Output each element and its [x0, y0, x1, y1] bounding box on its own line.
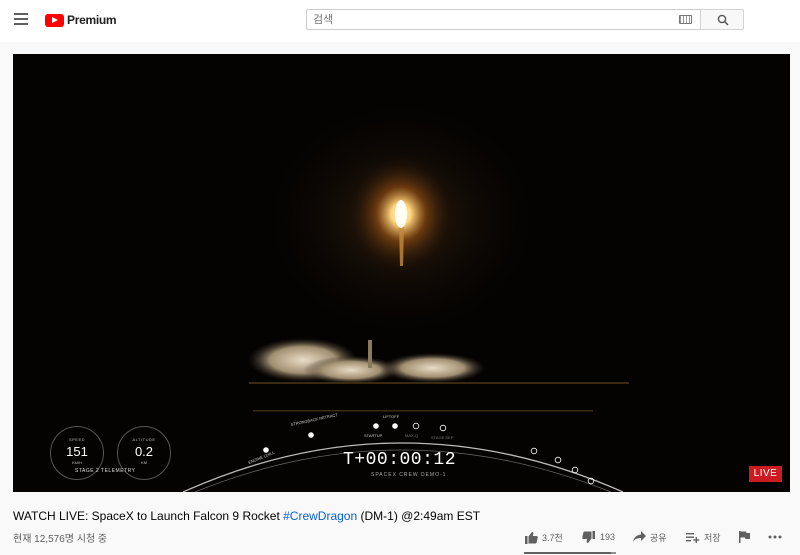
speed-unit: KM/H: [72, 460, 82, 465]
video-title: WATCH LIVE: SpaceX to Launch Falcon 9 Ro…: [13, 509, 480, 523]
share-label: 공유: [650, 532, 667, 543]
altitude-value: 0.2: [134, 444, 154, 459]
menu-icon[interactable]: [14, 13, 28, 25]
masthead: Premium: [0, 0, 800, 42]
telemetry-label: STAGE 2 TELEMETRY: [75, 468, 136, 474]
timeline-stage-sep: STAGE SEP: [431, 435, 454, 440]
flag-icon: [739, 531, 750, 543]
search-button[interactable]: [700, 9, 744, 30]
keyboard-icon[interactable]: [679, 15, 692, 24]
sentiment-bar-fill: [524, 552, 612, 554]
save-label: 저장: [704, 532, 721, 543]
timeline-maxq: MAX-Q: [405, 433, 418, 438]
title-text-pre: WATCH LIVE: SpaceX to Launch Falcon 9 Ro…: [13, 509, 284, 523]
more-actions-button[interactable]: [768, 527, 786, 547]
report-button[interactable]: [739, 527, 754, 547]
share-button[interactable]: 공유: [633, 527, 667, 547]
altitude-label: ALTITUDE: [132, 437, 156, 442]
live-badge[interactable]: LIVE: [749, 466, 782, 482]
share-icon: [633, 531, 646, 542]
timeline-liftoff: LIFTOFF: [383, 414, 400, 419]
logo-text: Premium: [67, 13, 117, 27]
countdown-clock: T+00:00:12: [343, 450, 457, 470]
action-bar: 3.7천 193 공유 저장: [0, 527, 800, 547]
save-button[interactable]: 저장: [686, 527, 721, 547]
speed-label: SPEED: [68, 437, 86, 442]
search-icon: [717, 14, 729, 26]
youtube-logo-icon: [45, 13, 64, 27]
title-text-post: (DM-1) @2:49am EST: [357, 509, 481, 523]
dislike-count: 193: [600, 532, 616, 542]
timeline-startup: STARTUP: [364, 433, 383, 438]
search-box: [306, 9, 700, 30]
more-icon: [768, 535, 782, 539]
speed-value: 151: [66, 444, 88, 459]
sentiment-bar: [524, 552, 616, 554]
launch-scene: ENGINE CHILL STRONGBACK RETRACT STARTUP …: [182, 99, 629, 492]
thumbs-up-icon: [525, 531, 538, 544]
mission-name: SPACEX CREW DEMO-1: [371, 472, 447, 478]
dislike-button[interactable]: 193: [582, 527, 615, 547]
youtube-logo[interactable]: Premium: [45, 12, 117, 28]
search-input[interactable]: [313, 12, 673, 28]
video-player[interactable]: ENGINE CHILL STRONGBACK RETRACT STARTUP …: [13, 54, 790, 492]
altitude-unit: KM: [141, 460, 147, 465]
like-button[interactable]: 3.7천: [524, 527, 563, 547]
playlist-add-icon: [686, 532, 700, 543]
hashtag-link[interactable]: #CrewDragon: [283, 509, 357, 523]
thumbs-down-icon: [582, 530, 595, 543]
like-count: 3.7천: [542, 532, 563, 543]
timeline-strongback: STRONGBACK RETRACT: [290, 412, 339, 427]
